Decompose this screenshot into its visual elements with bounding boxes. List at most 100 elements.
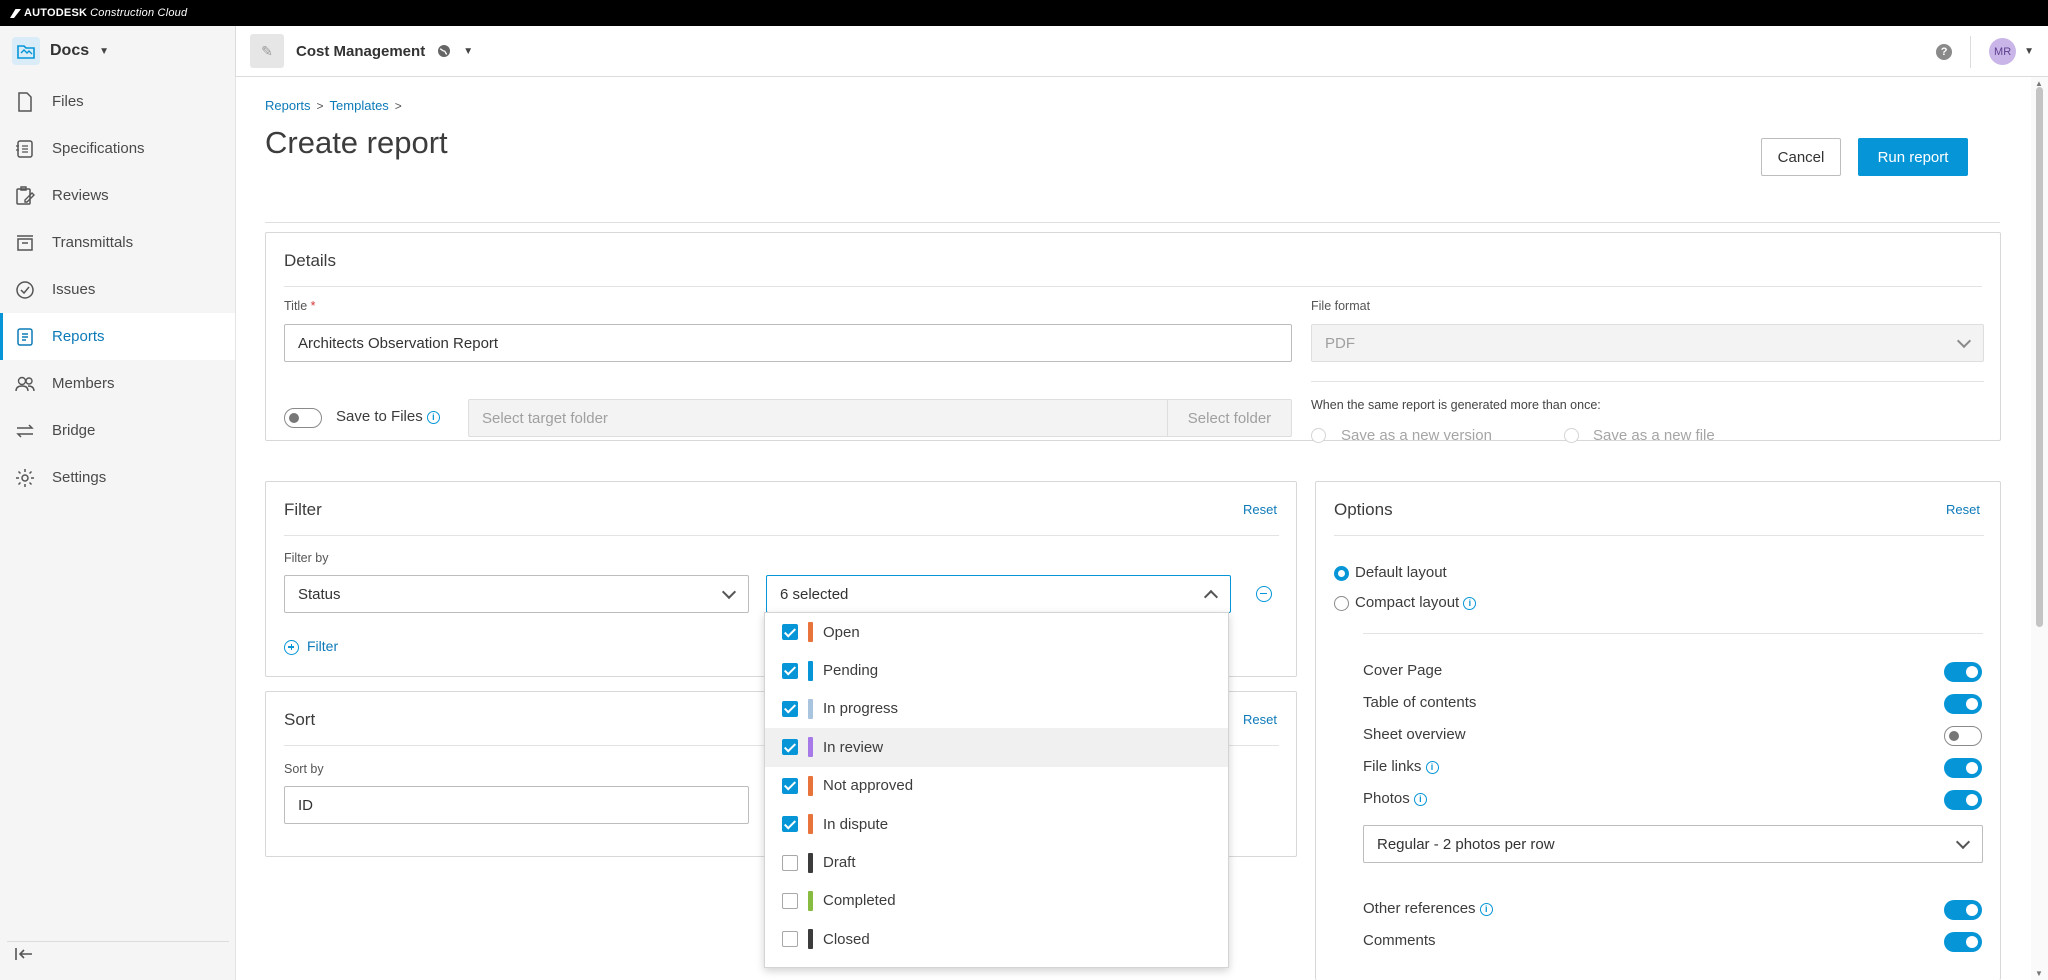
- run-report-button[interactable]: Run report: [1858, 138, 1968, 176]
- sheet-overview-toggle[interactable]: [1944, 726, 1982, 746]
- collapse-sidebar-icon[interactable]: [14, 946, 40, 966]
- title-input[interactable]: Architects Observation Report: [284, 324, 1292, 362]
- photos-layout-select[interactable]: Regular - 2 photos per row: [1363, 825, 1983, 863]
- breadcrumb-reports[interactable]: Reports: [265, 98, 311, 113]
- info-icon[interactable]: i: [1479, 902, 1493, 916]
- option-label: In review: [823, 738, 884, 756]
- checkbox-checked-icon[interactable]: [782, 662, 798, 679]
- info-icon[interactable]: i: [426, 410, 440, 424]
- title-field-label: Title *: [284, 299, 316, 313]
- scrollbar-thumb[interactable]: [2036, 87, 2043, 627]
- project-switcher[interactable]: ✎ Cost Management ▼: [250, 34, 473, 68]
- header-divider: [1970, 35, 1972, 68]
- save-new-version-label: Save as a new version: [1341, 427, 1492, 444]
- checkbox-checked-icon[interactable]: [782, 816, 798, 833]
- save-new-file-radio[interactable]: [1564, 428, 1579, 443]
- sort-field-select[interactable]: ID: [284, 786, 749, 824]
- sidebar-item-label: Files: [52, 93, 84, 110]
- sidebar-item-reports[interactable]: Reports: [0, 313, 235, 360]
- remove-filter-icon[interactable]: [1256, 586, 1272, 602]
- sidebar-item-specifications[interactable]: Specifications: [0, 125, 235, 172]
- info-icon[interactable]: i: [1463, 596, 1477, 610]
- filter-reset-link[interactable]: Reset: [1243, 502, 1277, 517]
- chevron-down-icon: [721, 584, 737, 600]
- sidebar-item-members[interactable]: Members: [0, 360, 235, 407]
- product-name: Construction Cloud: [90, 7, 188, 19]
- select-folder-button[interactable]: Select folder: [1167, 400, 1291, 436]
- page-title: Create report: [265, 125, 448, 160]
- status-color-swatch: [808, 775, 813, 796]
- status-option-in-review[interactable]: In review: [765, 728, 1228, 767]
- sidebar-item-label: Bridge: [52, 422, 96, 439]
- sort-reset-link[interactable]: Reset: [1243, 712, 1277, 727]
- checkbox-checked-icon[interactable]: [782, 777, 798, 794]
- checkbox-unchecked-icon[interactable]: [782, 854, 798, 871]
- target-folder-placeholder: Select target folder: [482, 409, 608, 427]
- checkbox-unchecked-icon[interactable]: [782, 892, 798, 909]
- save-to-files-label: Save to Files i: [336, 408, 440, 425]
- breadcrumb-templates[interactable]: Templates: [330, 98, 389, 113]
- status-option-open[interactable]: Open: [765, 613, 1228, 651]
- sidebar-item-label: Specifications: [52, 140, 145, 157]
- sidebar-item-bridge[interactable]: Bridge: [0, 407, 235, 454]
- scroll-down-icon[interactable]: ▼: [2035, 969, 2043, 978]
- sidebar-item-issues[interactable]: Issues: [0, 266, 235, 313]
- project-name: Cost Management: [296, 42, 426, 60]
- file-links-toggle[interactable]: [1944, 758, 1982, 778]
- chevron-up-icon: [1203, 589, 1219, 605]
- status-color-swatch: [808, 890, 813, 911]
- sheet-overview-label: Sheet overview: [1363, 726, 1466, 743]
- default-layout-radio[interactable]: [1334, 566, 1349, 581]
- user-menu[interactable]: MR ▼: [1989, 38, 2034, 65]
- save-new-version-radio[interactable]: [1311, 428, 1326, 443]
- sidebar-item-files[interactable]: Files: [0, 78, 235, 125]
- info-icon[interactable]: i: [1413, 792, 1427, 806]
- sidebar-item-settings[interactable]: Settings: [0, 454, 235, 501]
- page-scrollbar[interactable]: ▲ ▼: [2031, 77, 2048, 980]
- status-option-in-dispute[interactable]: In dispute: [765, 805, 1228, 843]
- checkbox-checked-icon[interactable]: [782, 700, 798, 717]
- status-color-swatch: [808, 660, 813, 681]
- compact-layout-radio[interactable]: [1334, 596, 1349, 611]
- target-folder-input[interactable]: Select target folder Select folder: [468, 399, 1292, 437]
- sidebar-item-transmittals[interactable]: Transmittals: [0, 219, 235, 266]
- chevron-down-icon: [1955, 834, 1971, 850]
- status-option-draft[interactable]: Draft: [765, 843, 1228, 881]
- status-color-swatch: [808, 852, 813, 873]
- status-color-swatch: [808, 929, 813, 950]
- cover-page-toggle[interactable]: [1944, 662, 1982, 682]
- help-icon[interactable]: ?: [1936, 43, 1953, 60]
- file-icon: [18, 91, 32, 112]
- comments-toggle[interactable]: [1944, 932, 1982, 952]
- breadcrumb: Reports > Templates >: [265, 98, 402, 113]
- status-option-closed[interactable]: Closed: [765, 920, 1228, 958]
- filter-values-select[interactable]: 6 selected: [766, 575, 1231, 613]
- status-color-swatch: [808, 814, 813, 835]
- sidebar-item-reviews[interactable]: Reviews: [0, 172, 235, 219]
- compact-layout-label: Compact layout i: [1355, 594, 1477, 611]
- info-icon[interactable]: i: [1425, 760, 1439, 774]
- table-of-contents-toggle[interactable]: [1944, 694, 1982, 714]
- sidebar-item-label: Reviews: [52, 187, 109, 204]
- cancel-button[interactable]: Cancel: [1761, 138, 1841, 176]
- option-label: In progress: [823, 700, 899, 718]
- status-option-pending[interactable]: Pending: [765, 651, 1228, 689]
- status-option-completed[interactable]: Completed: [765, 882, 1228, 920]
- option-label: In dispute: [823, 815, 889, 833]
- save-to-files-toggle[interactable]: [284, 408, 322, 428]
- save-new-file-label: Save as a new file: [1593, 427, 1715, 444]
- other-references-toggle[interactable]: [1944, 900, 1982, 920]
- add-filter-button[interactable]: Filter: [284, 638, 338, 655]
- options-reset-link[interactable]: Reset: [1946, 502, 1980, 517]
- module-switcher[interactable]: Docs ▼: [0, 25, 236, 77]
- photos-toggle[interactable]: [1944, 790, 1982, 810]
- status-option-not-approved[interactable]: Not approved: [765, 767, 1228, 805]
- status-option-in-progress[interactable]: In progress: [765, 690, 1228, 728]
- details-heading: Details: [284, 251, 336, 270]
- checkbox-checked-icon[interactable]: [782, 739, 798, 756]
- checkbox-checked-icon[interactable]: [782, 624, 798, 641]
- filter-field-select[interactable]: Status: [284, 575, 749, 613]
- file-format-select[interactable]: PDF: [1311, 324, 1984, 362]
- default-layout-label: Default layout: [1355, 564, 1447, 581]
- checkbox-unchecked-icon[interactable]: [782, 931, 798, 948]
